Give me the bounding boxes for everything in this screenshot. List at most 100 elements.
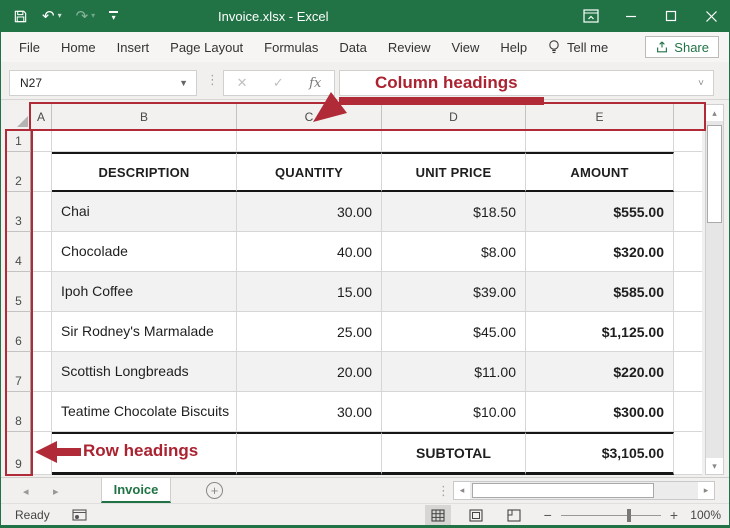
column-header-b[interactable]: B bbox=[52, 104, 237, 130]
header-cell-amount[interactable]: AMOUNT bbox=[526, 152, 674, 192]
tab-view[interactable]: View bbox=[451, 40, 479, 55]
cell-amount[interactable]: $555.00 bbox=[526, 192, 674, 232]
row-header-2[interactable]: 2 bbox=[7, 152, 31, 192]
cell[interactable] bbox=[674, 312, 702, 352]
scroll-down-button[interactable]: ▾ bbox=[706, 458, 723, 474]
cancel-icon[interactable]: ✕ bbox=[237, 75, 248, 91]
close-button[interactable] bbox=[691, 0, 730, 32]
cell-description[interactable]: Chai bbox=[52, 192, 237, 232]
undo-button[interactable]: ↶▾ bbox=[42, 9, 62, 24]
cell-amount[interactable]: $300.00 bbox=[526, 392, 674, 432]
cell-subtotal-label[interactable]: SUBTOTAL bbox=[382, 432, 526, 475]
cell-unit-price[interactable]: $18.50 bbox=[382, 192, 526, 232]
cell[interactable] bbox=[31, 352, 52, 392]
tab-help[interactable]: Help bbox=[500, 40, 527, 55]
row-header-6[interactable]: 6 bbox=[7, 312, 31, 352]
zoom-slider[interactable] bbox=[561, 515, 661, 516]
cell[interactable] bbox=[382, 130, 526, 152]
horizontal-scrollbar[interactable]: ◂ ▸ bbox=[453, 481, 715, 500]
header-cell-unit-price[interactable]: UNIT PRICE bbox=[382, 152, 526, 192]
cell[interactable] bbox=[674, 232, 702, 272]
column-header-a[interactable]: A bbox=[31, 104, 52, 130]
cell-subtotal-amount[interactable]: $3,105.00 bbox=[526, 432, 674, 475]
cell-unit-price[interactable]: $11.00 bbox=[382, 352, 526, 392]
column-header-e[interactable]: E bbox=[526, 104, 674, 130]
sheet-tab-invoice[interactable]: Invoice bbox=[101, 478, 171, 503]
ribbon-display-options-button[interactable] bbox=[571, 0, 611, 32]
cell-quantity[interactable]: 30.00 bbox=[237, 192, 382, 232]
enter-check-icon[interactable]: ✓ bbox=[273, 75, 284, 91]
cell-unit-price[interactable]: $8.00 bbox=[382, 232, 526, 272]
cell[interactable] bbox=[52, 130, 237, 152]
zoom-in-button[interactable]: + bbox=[670, 508, 678, 522]
insert-function-button[interactable]: fx bbox=[309, 76, 321, 91]
cell-quantity[interactable]: 20.00 bbox=[237, 352, 382, 392]
cell-amount[interactable]: $1,125.00 bbox=[526, 312, 674, 352]
cell-amount[interactable]: $585.00 bbox=[526, 272, 674, 312]
cell[interactable] bbox=[31, 312, 52, 352]
header-cell-description[interactable]: DESCRIPTION bbox=[52, 152, 237, 192]
cell[interactable] bbox=[674, 392, 702, 432]
cell[interactable] bbox=[237, 130, 382, 152]
cell-quantity[interactable]: 15.00 bbox=[237, 272, 382, 312]
cell-unit-price[interactable]: $45.00 bbox=[382, 312, 526, 352]
tab-home[interactable]: Home bbox=[61, 40, 96, 55]
row-header-3[interactable]: 3 bbox=[7, 192, 31, 232]
horizontal-scrollbar-thumb[interactable] bbox=[472, 483, 654, 498]
cell-description[interactable]: Scottish Longbreads bbox=[52, 352, 237, 392]
macro-record-icon[interactable] bbox=[72, 509, 88, 522]
vertical-scrollbar[interactable]: ▴ ▾ bbox=[705, 104, 724, 475]
cell-description[interactable]: Chocolade bbox=[52, 232, 237, 272]
cell-unit-price[interactable]: $39.00 bbox=[382, 272, 526, 312]
customize-quick-access-button[interactable]: ▾ bbox=[109, 11, 118, 22]
vertical-scrollbar-thumb[interactable] bbox=[707, 125, 722, 223]
tab-file[interactable]: File bbox=[19, 40, 40, 55]
cell[interactable] bbox=[31, 152, 52, 192]
maximize-button[interactable] bbox=[651, 0, 691, 32]
row-header-4[interactable]: 4 bbox=[7, 232, 31, 272]
column-header-f-partial[interactable] bbox=[674, 104, 702, 130]
cell-quantity[interactable]: 25.00 bbox=[237, 312, 382, 352]
scroll-up-button[interactable]: ▴ bbox=[706, 105, 723, 121]
zoom-out-button[interactable]: − bbox=[544, 508, 552, 522]
select-all-button[interactable] bbox=[7, 104, 31, 130]
cell[interactable] bbox=[674, 192, 702, 232]
cell-quantity[interactable]: 30.00 bbox=[237, 392, 382, 432]
cell[interactable] bbox=[674, 352, 702, 392]
tell-me-button[interactable]: Tell me bbox=[547, 32, 608, 62]
share-button[interactable]: Share bbox=[645, 36, 719, 58]
cell[interactable] bbox=[674, 130, 702, 152]
scroll-left-button[interactable]: ◂ bbox=[454, 482, 470, 499]
cell-description[interactable]: Teatime Chocolate Biscuits bbox=[52, 392, 237, 432]
tab-insert[interactable]: Insert bbox=[117, 40, 150, 55]
previous-sheet-button[interactable]: ◂ bbox=[23, 478, 29, 504]
chevron-down-icon[interactable]: ▾ bbox=[58, 12, 62, 20]
tab-formulas[interactable]: Formulas bbox=[264, 40, 318, 55]
cell-description[interactable]: Ipoh Coffee bbox=[52, 272, 237, 312]
chevron-down-icon[interactable]: ▼ bbox=[179, 78, 188, 88]
cell-amount[interactable]: $320.00 bbox=[526, 232, 674, 272]
zoom-slider-thumb[interactable] bbox=[627, 509, 631, 522]
cell[interactable] bbox=[674, 152, 702, 192]
page-layout-view-button[interactable] bbox=[463, 505, 489, 525]
row-header-9[interactable]: 9 bbox=[7, 432, 31, 475]
cell[interactable] bbox=[674, 432, 702, 475]
cell-quantity[interactable]: 40.00 bbox=[237, 232, 382, 272]
chevron-down-icon[interactable]: ▾ bbox=[91, 12, 95, 20]
page-break-preview-button[interactable] bbox=[501, 505, 527, 525]
cell[interactable] bbox=[526, 130, 674, 152]
row-header-1[interactable]: 1 bbox=[7, 130, 31, 152]
formula-bar-expand-icon[interactable]: ˅ bbox=[698, 78, 704, 89]
name-box[interactable]: N27 ▼ bbox=[9, 70, 197, 96]
column-header-d[interactable]: D bbox=[382, 104, 526, 130]
cell[interactable] bbox=[31, 432, 52, 475]
cell[interactable] bbox=[31, 232, 52, 272]
next-sheet-button[interactable]: ▸ bbox=[53, 478, 59, 504]
cell[interactable] bbox=[31, 272, 52, 312]
new-sheet-button[interactable]: + bbox=[206, 482, 223, 499]
normal-view-button[interactable] bbox=[425, 505, 451, 525]
cell[interactable] bbox=[674, 272, 702, 312]
cell[interactable] bbox=[31, 192, 52, 232]
row-header-7[interactable]: 7 bbox=[7, 352, 31, 392]
tab-page-layout[interactable]: Page Layout bbox=[170, 40, 243, 55]
